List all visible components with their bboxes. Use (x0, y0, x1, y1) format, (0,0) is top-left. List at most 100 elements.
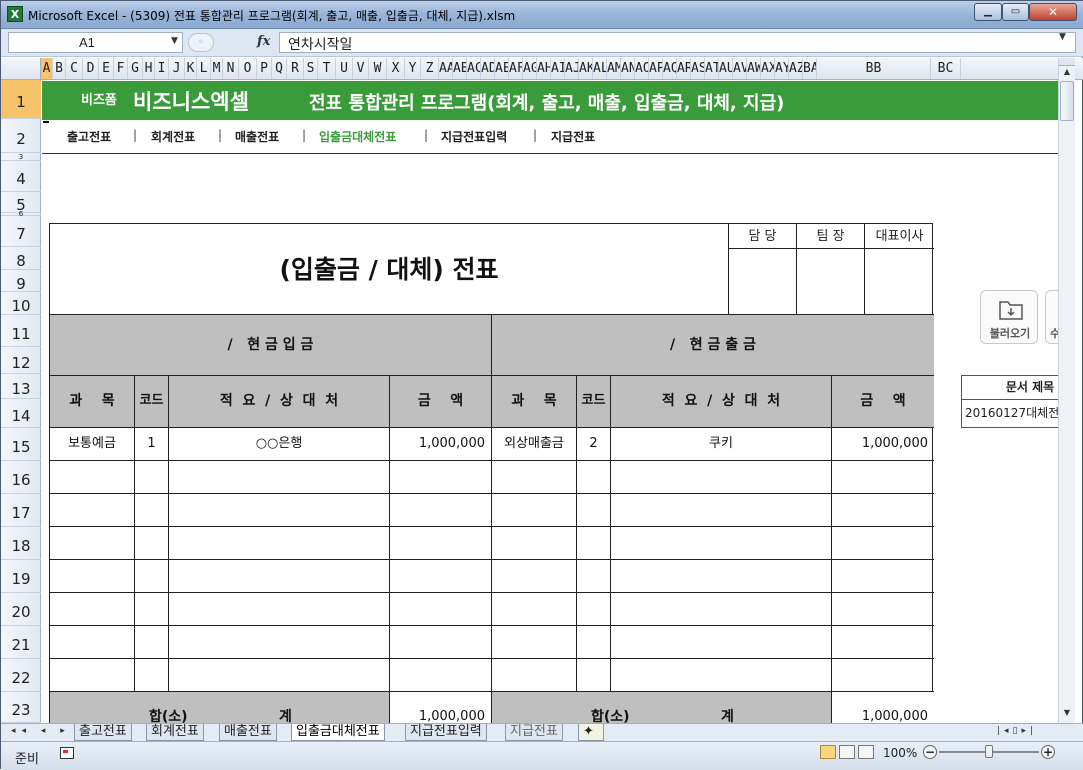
excel-icon[interactable]: X (7, 6, 23, 22)
name-box[interactable]: A1 (8, 32, 183, 53)
column-header-ah[interactable]: AH (537, 58, 551, 79)
right-amount-cell[interactable] (832, 659, 934, 692)
left-summary-cell[interactable] (169, 527, 390, 560)
column-header-ac[interactable]: AC (467, 58, 481, 79)
left-subject-cell[interactable] (50, 527, 135, 560)
left-subject-cell[interactable] (50, 593, 135, 626)
left-code-cell[interactable] (135, 560, 169, 593)
row-header-17[interactable]: 17 (1, 494, 41, 527)
column-header-z[interactable]: Z (421, 58, 439, 79)
sheet-tab-payment-entry[interactable]: 지급전표입력 (405, 724, 487, 741)
column-header-t[interactable]: T (318, 58, 336, 79)
column-header-r[interactable]: R (287, 58, 304, 79)
right-code-cell[interactable] (577, 527, 611, 560)
page-break-view-icon[interactable] (858, 745, 874, 759)
document-title-value[interactable]: 20160127대체전 (961, 400, 1058, 428)
zoom-slider-thumb[interactable] (985, 745, 993, 758)
column-header-ap[interactable]: AP (649, 58, 663, 79)
left-summary-cell[interactable] (169, 461, 390, 494)
column-header-az[interactable]: AZ (789, 58, 803, 79)
right-summary-cell[interactable] (611, 461, 832, 494)
column-header-ae[interactable]: AE (495, 58, 509, 79)
nav-item-transfer-slip[interactable]: 입출금대체전표 (319, 128, 396, 145)
right-amount-cell[interactable] (832, 560, 934, 593)
row-header-10[interactable]: 10 (1, 292, 41, 315)
approval-sign-team-lead[interactable] (797, 249, 865, 315)
vertical-scrollbar[interactable]: ▲ ▼ (1058, 58, 1075, 723)
right-subject-cell[interactable] (492, 527, 577, 560)
right-subject-cell[interactable] (492, 494, 577, 527)
row-header-22[interactable]: 22 (1, 659, 41, 692)
left-amount-cell[interactable] (390, 626, 492, 659)
left-summary-cell[interactable] (169, 659, 390, 692)
right-code-cell[interactable] (577, 560, 611, 593)
row-header-12[interactable]: 12 (1, 347, 41, 374)
right-summary-cell[interactable] (611, 527, 832, 560)
left-amount-cell[interactable] (390, 527, 492, 560)
left-summary-cell[interactable] (169, 494, 390, 527)
left-code-cell[interactable] (135, 593, 169, 626)
left-amount-cell[interactable]: 1,000,000 (390, 428, 492, 461)
left-amount-cell[interactable] (390, 461, 492, 494)
scroll-thumb[interactable] (1060, 81, 1074, 121)
right-summary-cell[interactable] (611, 659, 832, 692)
nav-item-accounting-slip[interactable]: 회계전표 (151, 128, 195, 145)
right-amount-cell[interactable] (832, 626, 934, 659)
row-header-18[interactable]: 18 (1, 527, 41, 560)
row-header-3[interactable]: 3 (1, 153, 41, 161)
column-header-e[interactable]: E (99, 58, 114, 79)
column-header-as[interactable]: AS (691, 58, 705, 79)
left-summary-cell[interactable] (169, 626, 390, 659)
column-header-au[interactable]: AU (719, 58, 733, 79)
column-header-i[interactable]: I (155, 58, 169, 79)
chevron-down-icon[interactable]: ▼ (171, 36, 178, 46)
column-header-aj[interactable]: AJ (565, 58, 579, 79)
left-subject-cell[interactable] (50, 560, 135, 593)
left-code-cell[interactable]: 1 (135, 428, 169, 461)
scroll-up-icon[interactable]: ▲ (1059, 67, 1075, 81)
column-header-o[interactable]: O (239, 58, 257, 79)
row-header-9[interactable]: 9 (1, 270, 41, 293)
column-header-w[interactable]: W (369, 58, 387, 79)
column-header-v[interactable]: V (353, 58, 369, 79)
horizontal-scroll-controls[interactable]: |◂▯▸| (997, 726, 1059, 739)
sheet-tab-release-slip[interactable]: 출고전표 (74, 724, 132, 741)
row-header-16[interactable]: 16 (1, 461, 41, 494)
sheet-tab-payment-slip[interactable]: 지급전표 (505, 724, 563, 741)
column-header-m[interactable]: M (211, 58, 223, 79)
row-header-1[interactable]: 1 (1, 80, 41, 119)
right-subject-cell[interactable]: 외상매출금 (492, 428, 577, 461)
left-subject-cell[interactable] (50, 494, 135, 527)
left-subject-cell[interactable] (50, 659, 135, 692)
sheet-tab-accounting-slip[interactable]: 회계전표 (146, 724, 204, 741)
column-header-ai[interactable]: AI (551, 58, 565, 79)
left-amount-cell[interactable] (390, 494, 492, 527)
row-header-2[interactable]: 2 (1, 119, 41, 153)
row-header-23[interactable]: 23 (1, 692, 41, 723)
macro-record-icon[interactable] (60, 747, 74, 759)
expand-formula-icon[interactable]: ▼ (1059, 32, 1066, 42)
column-header-n[interactable]: N (223, 58, 239, 79)
left-summary-cell[interactable] (169, 593, 390, 626)
column-header-bc[interactable]: BC (931, 58, 961, 79)
insert-function-button[interactable]: fx (257, 34, 270, 49)
column-header-u[interactable]: U (336, 58, 353, 79)
row-header-11[interactable]: 11 (1, 315, 41, 347)
sheet-tab-transfer-slip[interactable]: 입출금대체전표 (291, 724, 385, 741)
right-subject-cell[interactable] (492, 593, 577, 626)
column-header-f[interactable]: F (114, 58, 128, 79)
column-header-h[interactable]: H (143, 58, 155, 79)
column-header-q[interactable]: Q (272, 58, 287, 79)
column-header-c[interactable]: C (66, 58, 83, 79)
right-amount-cell[interactable] (832, 461, 934, 494)
column-header-g[interactable]: G (128, 58, 143, 79)
right-subject-cell[interactable] (492, 626, 577, 659)
right-summary-cell[interactable] (611, 494, 832, 527)
left-summary-cell[interactable] (169, 560, 390, 593)
nav-item-sales-slip[interactable]: 매출전표 (235, 128, 279, 145)
select-all-corner[interactable] (1, 58, 41, 79)
right-amount-cell[interactable] (832, 527, 934, 560)
maximize-button[interactable]: ▭ (1002, 3, 1029, 21)
column-header-al[interactable]: AL (593, 58, 607, 79)
row-header-7[interactable]: 7 (1, 216, 41, 247)
